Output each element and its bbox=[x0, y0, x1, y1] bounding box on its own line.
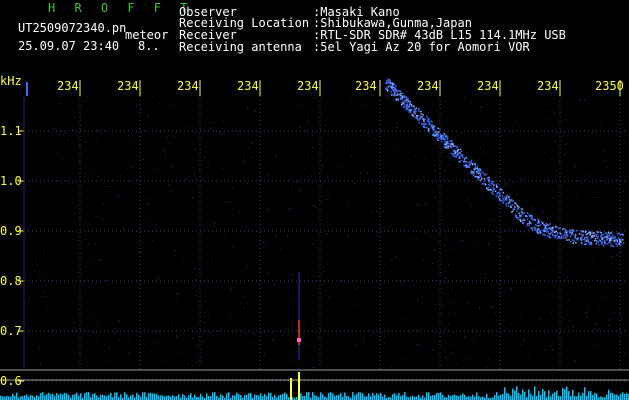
meteor-echo-head bbox=[297, 338, 301, 342]
y-tick-label: 0.8 bbox=[0, 274, 22, 288]
x-tick-label: 234 bbox=[477, 80, 499, 92]
y-unit-label: kHz bbox=[0, 74, 22, 88]
x-tick-label: 234 bbox=[417, 80, 439, 92]
y-tick-label: 0.6 bbox=[0, 374, 22, 388]
app-title: H R O F F T bbox=[48, 1, 194, 15]
y-tick-label: 1.1 bbox=[0, 124, 22, 138]
noise-layer bbox=[24, 96, 626, 371]
x-tick-label: 234 bbox=[355, 80, 377, 92]
x-tick-label: 234 bbox=[117, 80, 139, 92]
x-tick-label: 2350 bbox=[595, 80, 624, 92]
meta-label-antenna: Receiving antenna bbox=[179, 40, 302, 54]
spectrum-spike bbox=[290, 378, 292, 400]
file-name: UT2509072340.pn bbox=[18, 21, 127, 35]
y-tick-label: 0.9 bbox=[0, 224, 22, 238]
y-tick-label: 0.7 bbox=[0, 324, 22, 338]
spectrum-spike bbox=[298, 372, 300, 400]
capture-datetime: 25.09.07 23:40 bbox=[18, 39, 120, 53]
spectrogram-plot bbox=[0, 78, 629, 400]
meta-value-antenna: :5el Yagi Az 20 for Aomori VOR bbox=[313, 40, 530, 54]
x-tick-label: 234 bbox=[177, 80, 199, 92]
counter-label: 8.. bbox=[138, 39, 160, 53]
carrier-signal-trace bbox=[385, 78, 625, 248]
spectrum-floor bbox=[0, 386, 629, 400]
x-tick-label: 234 bbox=[297, 80, 319, 92]
y-tick-label: 1.0 bbox=[0, 174, 22, 188]
x-tick-label: 234 bbox=[237, 80, 259, 92]
top-left-artifact bbox=[26, 82, 28, 96]
x-tick-label: 234 bbox=[57, 80, 79, 92]
x-tick-label: 234 bbox=[537, 80, 559, 92]
